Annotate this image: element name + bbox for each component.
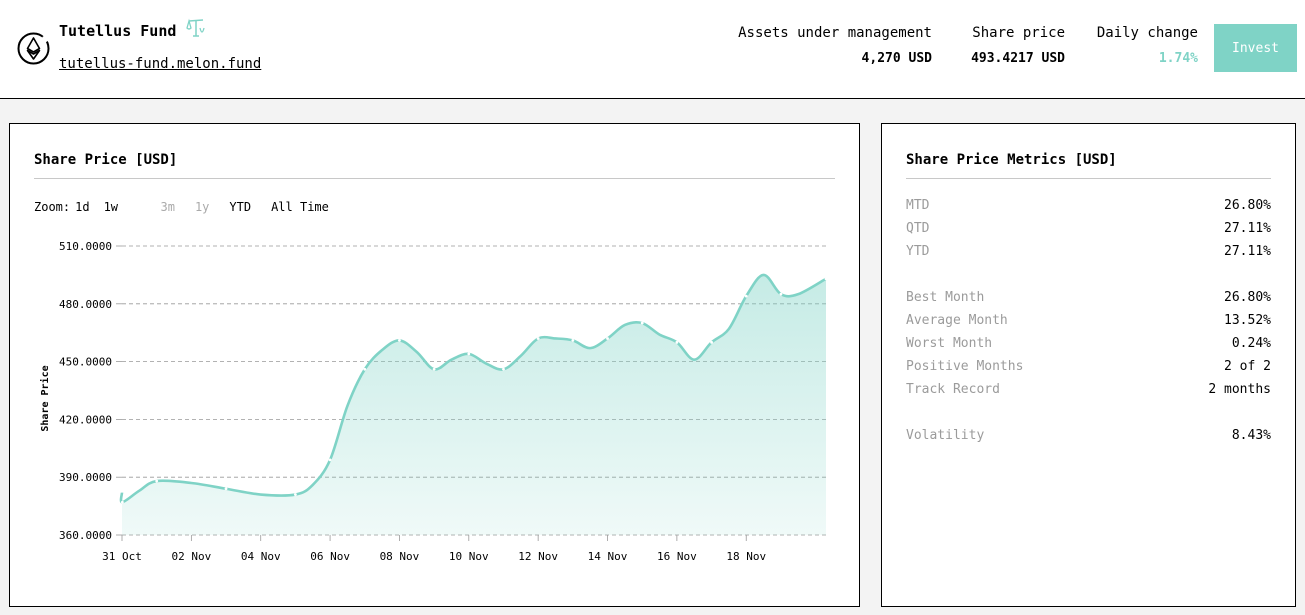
y-tick-label: 450.0000 — [59, 356, 112, 369]
metric-value: 26.80% — [1224, 198, 1271, 213]
metric-row-qtd: QTD 27.11% — [906, 221, 1271, 236]
price-data-point — [536, 337, 540, 340]
price-data-point — [398, 339, 401, 342]
y-tick-label: 390.0000 — [59, 471, 112, 484]
y-tick-label: 420.0000 — [59, 413, 112, 426]
metric-row-ytd: YTD 27.11% — [906, 244, 1271, 259]
share-price-value: 493.4217 USD — [971, 51, 1065, 66]
x-tick-label: 02 Nov — [171, 550, 211, 563]
aum-value: 4,270 USD — [861, 51, 932, 66]
x-tick-label: 14 Nov — [588, 550, 628, 563]
price-data-point — [155, 479, 159, 483]
price-data-point — [432, 367, 436, 371]
metric-label: MTD — [906, 198, 930, 213]
ethereum-logo-icon — [17, 32, 50, 65]
price-data-point — [224, 487, 228, 491]
metric-label: Best Month — [906, 290, 985, 305]
metric-value: 26.80% — [1224, 290, 1271, 305]
metric-row-worst-month: Worst Month 0.24% — [906, 336, 1271, 351]
price-area-fill — [120, 274, 827, 535]
price-data-point — [293, 493, 297, 496]
x-tick-label: 10 Nov — [449, 550, 489, 563]
metric-label: Positive Months — [906, 359, 1024, 374]
scale-icon — [186, 18, 206, 37]
fund-header: Tutellus Fund tutellus-fund.melon.fund A… — [0, 0, 1305, 99]
metric-value: 13.52% — [1224, 313, 1271, 328]
metric-row-track-record: Track Record 2 months — [906, 382, 1271, 397]
share-price-chart-card: Share Price [USD] Zoom: 1d 1w 1m 3m 1y Y… — [9, 123, 860, 607]
metric-value: 2 months — [1208, 382, 1271, 397]
x-tick-label: 12 Nov — [518, 550, 558, 563]
fund-url-link[interactable]: tutellus-fund.melon.fund — [59, 56, 261, 72]
price-data-point — [328, 458, 332, 462]
metric-label: Average Month — [906, 313, 1008, 328]
metric-row-average-month: Average Month 13.52% — [906, 313, 1271, 328]
metric-label: Volatility — [906, 428, 985, 443]
metric-value: 27.11% — [1224, 221, 1271, 236]
x-tick-label: 04 Nov — [241, 550, 281, 563]
metric-value: 27.11% — [1224, 244, 1271, 259]
metric-row-volatility: Volatility 8.43% — [906, 428, 1271, 443]
x-tick-label: 18 Nov — [726, 550, 766, 563]
price-data-point — [467, 352, 471, 356]
metric-value: 8.43% — [1231, 428, 1271, 443]
share-price-stat: Share price 493.4217 USD — [971, 25, 1065, 66]
daily-change-value: 1.74% — [1158, 51, 1198, 66]
y-tick-label: 510.0000 — [59, 240, 112, 253]
metric-value: 0.24% — [1231, 336, 1271, 351]
y-tick-label: 480.0000 — [59, 298, 112, 311]
metric-value: 2 of 2 — [1224, 359, 1271, 374]
price-data-point — [675, 340, 679, 344]
price-data-point — [640, 321, 644, 325]
price-data-point — [120, 500, 124, 504]
metric-label: QTD — [906, 221, 930, 236]
aum-label: Assets under management — [738, 25, 932, 41]
price-data-point — [606, 337, 609, 340]
metric-label: YTD — [906, 244, 930, 259]
x-tick-label: 06 Nov — [310, 550, 350, 563]
invest-button[interactable]: Invest — [1214, 24, 1297, 72]
metrics-title: Share Price Metrics [USD] — [906, 152, 1117, 168]
price-data-point — [363, 367, 367, 371]
aum-stat: Assets under management 4,270 USD — [738, 25, 932, 66]
metric-row-positive-months: Positive Months 2 of 2 — [906, 359, 1271, 374]
price-data-point — [779, 292, 783, 296]
daily-change-stat: Daily change 1.74% — [1097, 25, 1198, 66]
share-price-chart: 510.0000 480.0000 450.0000 420.0000 390.0000… — [39, 240, 828, 563]
y-axis-label: Share Price — [39, 365, 51, 431]
fund-name-row: Tutellus Fund — [59, 18, 206, 40]
price-data-point — [502, 367, 505, 371]
x-tick-label: 16 Nov — [657, 550, 697, 563]
x-tick-label: 31 Oct — [102, 550, 142, 563]
metrics-title-divider — [906, 178, 1271, 179]
daily-change-label: Daily change — [1096, 25, 1198, 41]
share-price-label: Share price — [972, 25, 1065, 41]
price-data-point — [571, 339, 575, 342]
y-tick-label: 360.0000 — [59, 529, 112, 542]
metric-label: Worst Month — [906, 336, 993, 351]
metric-label: Track Record — [906, 382, 1000, 397]
price-data-point — [824, 277, 828, 281]
metric-row-mtd: MTD 26.80% — [906, 198, 1271, 213]
metric-row-best-month: Best Month 26.80% — [906, 290, 1271, 305]
fund-name: Tutellus Fund — [59, 22, 177, 40]
price-data-point — [744, 294, 748, 298]
share-price-metrics-card: Share Price Metrics [USD] MTD 26.80% QTD 27… — [881, 123, 1296, 607]
x-tick-label: 08 Nov — [380, 550, 420, 563]
price-data-point — [710, 340, 713, 344]
